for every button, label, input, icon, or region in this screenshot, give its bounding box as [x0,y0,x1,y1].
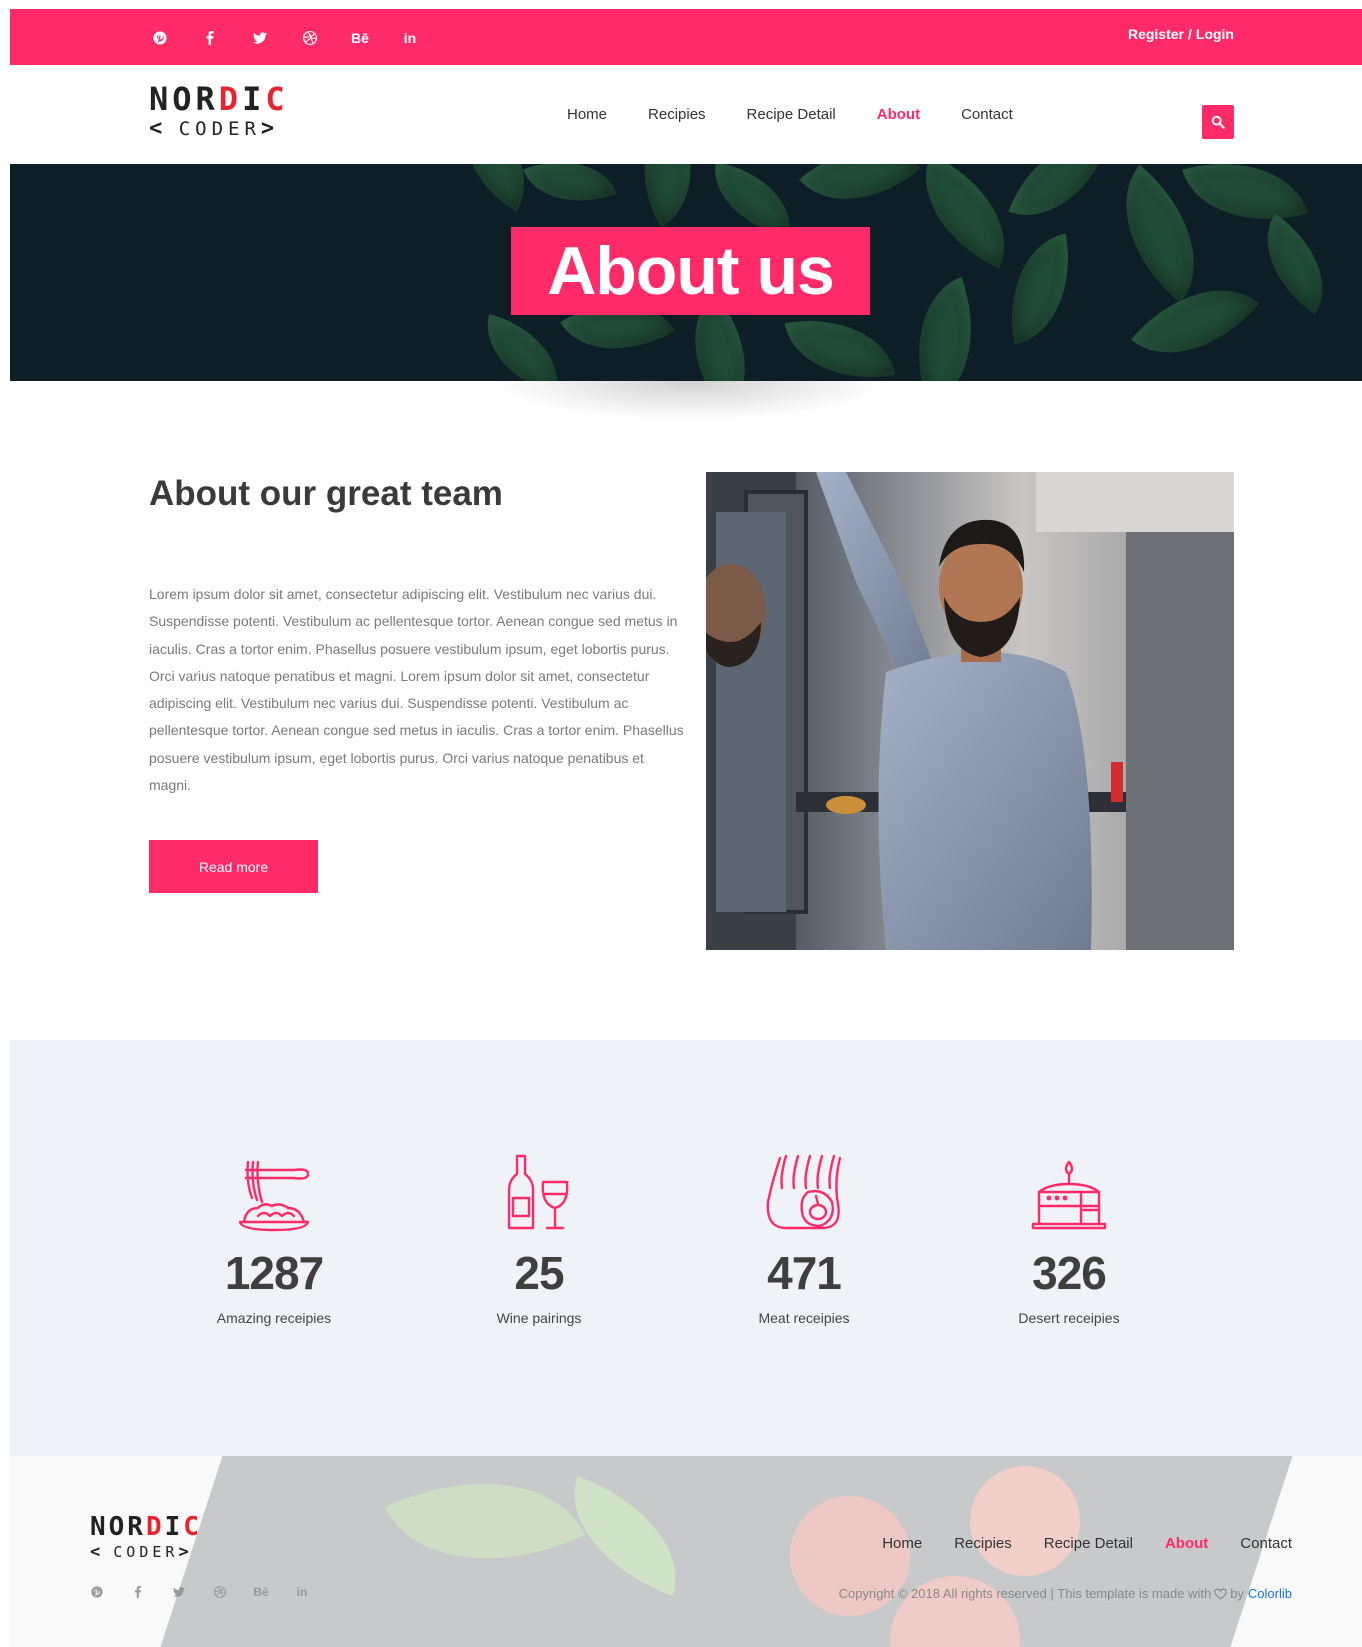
footer-logo[interactable]: NORDIC < CODER > [90,1512,202,1562]
leaf-decoration [799,164,921,233]
nav-recipies[interactable]: Recipies [648,106,706,123]
dribbble-icon[interactable] [213,1585,227,1599]
footer-nav-recipies[interactable]: Recipies [954,1535,1012,1552]
stat-item: 471 Meat receipies [704,1152,904,1326]
chef-photo-illustration [706,472,1234,950]
pinterest-icon[interactable] [90,1585,104,1599]
stat-value: 326 [1032,1247,1107,1299]
footer-nav-home[interactable]: Home [882,1535,922,1552]
search-icon [1211,115,1225,129]
search-button[interactable] [1202,105,1234,139]
stat-label: Wine pairings [496,1310,582,1326]
noodles-icon [234,1152,314,1232]
top-bar: Bē in Register / Login [10,9,1362,65]
copyright: Copyright © 2018 All rights reserved | T… [839,1586,1292,1601]
logo-wordmark: NORDIC [149,80,289,118]
leaf-decoration [996,233,1084,345]
main-navbar: NORDIC < CODER > Home Recipies Recipe Det… [10,65,1362,164]
leaf-decoration [784,305,896,381]
footer-social-links: Bē in [90,1585,336,1599]
main-menu: Home Recipies Recipe Detail About Contac… [567,106,1054,123]
leaf-decoration [523,164,617,222]
hero-title: About us [547,233,835,309]
site-logo[interactable]: NORDIC < CODER > [149,81,289,141]
twitter-icon[interactable] [172,1585,186,1599]
social-links: Bē in [149,27,449,49]
footer: NORDIC < CODER > Bē in Home Recipies Reci… [10,1456,1362,1647]
logo-subtitle: < CODER > [149,116,275,141]
about-paragraph: Lorem ipsum dolor sit amet, consectetur … [149,586,684,794]
footer-menu: Home Recipies Recipe Detail About Contac… [850,1535,1292,1552]
stat-label: Desert receipies [1018,1310,1120,1326]
stat-value: 1287 [224,1247,324,1299]
behance-icon[interactable]: Bē [253,1585,268,1599]
team-photo [706,472,1234,950]
register-link[interactable]: Register [1128,26,1184,42]
read-more-button[interactable]: Read more [149,840,318,893]
auth-links: Register / Login [1128,26,1234,42]
colorlib-link[interactable]: Colorlib [1248,1586,1292,1601]
stat-item: 326 Desert receipies [969,1152,1169,1326]
leaf-decoration [473,314,572,381]
footer-nav-contact[interactable]: Contact [1240,1535,1292,1552]
logo-wordmark: NORDIC [90,1512,202,1542]
pinterest-icon[interactable] [149,27,171,49]
auth-separator: / [1188,26,1192,42]
hero-shadow [490,381,890,421]
leaf-decoration [1130,255,1260,381]
linkedin-icon[interactable]: in [295,1585,309,1599]
footer-nav-about[interactable]: About [1165,1535,1208,1552]
leaf-decoration [1008,164,1107,236]
cake-icon [1029,1152,1109,1232]
facebook-icon[interactable] [131,1585,145,1599]
nav-home[interactable]: Home [567,106,607,123]
stat-value: 471 [767,1247,842,1299]
hero-banner: About us [10,164,1362,381]
leaf-decoration [890,276,1000,381]
nav-recipe-detail[interactable]: Recipe Detail [747,106,836,123]
behance-icon[interactable]: Bē [349,27,371,49]
nav-about[interactable]: About [877,106,920,123]
stats-section: 1287 Amazing receipies 25 Wine pairings [10,1040,1362,1456]
twitter-icon[interactable] [249,27,271,49]
copyright-text: Copyright © 2018 All rights reserved | T… [838,1586,1212,1601]
leaf-decoration [899,164,1031,269]
heart-icon [1214,1588,1227,1600]
stat-label: Amazing receipies [216,1310,332,1326]
stat-item: 25 Wine pairings [439,1152,639,1326]
leaf-decoration [1240,213,1350,315]
leaf-decoration [705,164,800,236]
nav-contact[interactable]: Contact [961,106,1013,123]
linkedin-icon[interactable]: in [399,27,421,49]
logo-subtitle: < CODER > [90,1542,189,1562]
stat-item: 1287 Amazing receipies [174,1152,374,1326]
facebook-icon[interactable] [199,27,221,49]
dribbble-icon[interactable] [299,27,321,49]
stat-label: Meat receipies [758,1310,850,1326]
copyright-by: by [1230,1586,1244,1601]
about-title: About our great team [149,474,503,513]
wine-icon [499,1152,579,1232]
hero-title-box: About us [511,227,870,315]
footer-nav-recipe-detail[interactable]: Recipe Detail [1044,1535,1133,1552]
login-link[interactable]: Login [1196,26,1234,42]
leaf-decoration [613,164,722,228]
stat-value: 25 [514,1247,564,1299]
meat-icon [764,1152,844,1232]
